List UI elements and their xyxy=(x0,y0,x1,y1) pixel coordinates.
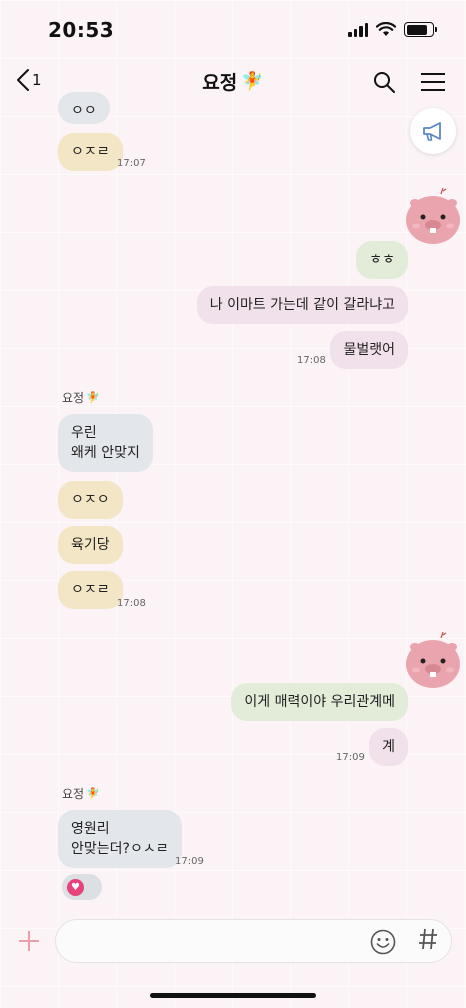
message-bubble[interactable]: ㅇㅈㅇ xyxy=(58,481,123,519)
menu-button[interactable] xyxy=(420,72,446,96)
hash-button[interactable] xyxy=(418,927,438,957)
menu-icon xyxy=(421,73,445,91)
reaction-badge[interactable]: ♥ xyxy=(62,874,102,900)
message-time: 17:07 xyxy=(117,158,146,169)
status-time: 20:53 xyxy=(48,18,115,42)
message-bubble[interactable]: 우린 왜케 안맞지 xyxy=(58,414,153,472)
fairy-emoji: 🧚 xyxy=(241,71,264,92)
message-bubble[interactable]: 영원리 안맞는더?ㅇㅅㄹ xyxy=(58,810,182,868)
attach-button[interactable] xyxy=(18,930,40,956)
message-bubble[interactable]: ㅇㅈㄹ xyxy=(58,571,123,609)
chat-title: 요정 xyxy=(202,72,238,94)
wifi-icon xyxy=(376,22,396,36)
heart-icon: ♥ xyxy=(67,878,84,896)
message-bubble[interactable]: 이게 매력이야 우리관계메 xyxy=(231,683,408,721)
message-time: 17:08 xyxy=(297,355,326,366)
message-time: 17:08 xyxy=(117,598,146,609)
fairy-emoji: 🧚 xyxy=(86,391,100,404)
sender-name-text: 요정 xyxy=(62,787,85,801)
message-time: 17:09 xyxy=(336,752,365,763)
avatar[interactable] xyxy=(403,632,461,690)
sender-name: 요정 🧚 xyxy=(62,389,100,406)
plus-icon xyxy=(19,931,39,951)
sender-name: 요정 🧚 xyxy=(62,785,100,802)
signal-icon xyxy=(348,22,368,37)
search-icon xyxy=(374,72,395,93)
status-icons xyxy=(348,22,437,37)
emoji-icon xyxy=(370,929,396,955)
avatar[interactable] xyxy=(403,188,461,246)
message-bubble[interactable]: 물벌랫어 xyxy=(330,331,408,369)
notice-button[interactable] xyxy=(410,108,456,154)
home-indicator xyxy=(150,993,316,998)
message-line: 안맞는더?ㅇㅅㄹ xyxy=(71,841,169,857)
message-bubble[interactable]: ㅇㅈㄹ xyxy=(58,133,123,171)
megaphone-icon xyxy=(423,122,441,141)
emoji-button[interactable] xyxy=(370,929,396,959)
message-bubble[interactable]: 육기당 xyxy=(58,526,123,564)
message-line: 우린 xyxy=(71,425,97,441)
message-bubble[interactable]: 계 xyxy=(369,728,408,766)
fairy-emoji: 🧚 xyxy=(86,787,100,800)
chat-header: 요정 🧚 xyxy=(0,68,466,95)
hash-icon xyxy=(419,928,437,950)
message-bubble[interactable]: ㅎㅎ xyxy=(356,241,408,279)
message-bubble-partial[interactable]: ㅇㅇ xyxy=(58,92,110,124)
message-line: 영원리 xyxy=(71,821,110,837)
battery-icon xyxy=(404,22,437,37)
message-time: 17:09 xyxy=(175,856,204,867)
message-line: 왜케 안맞지 xyxy=(71,445,140,461)
sender-name-text: 요정 xyxy=(62,391,85,405)
search-button[interactable] xyxy=(372,70,396,98)
message-bubble[interactable]: 나 이마트 가는데 같이 갈라냐고 xyxy=(196,286,408,324)
